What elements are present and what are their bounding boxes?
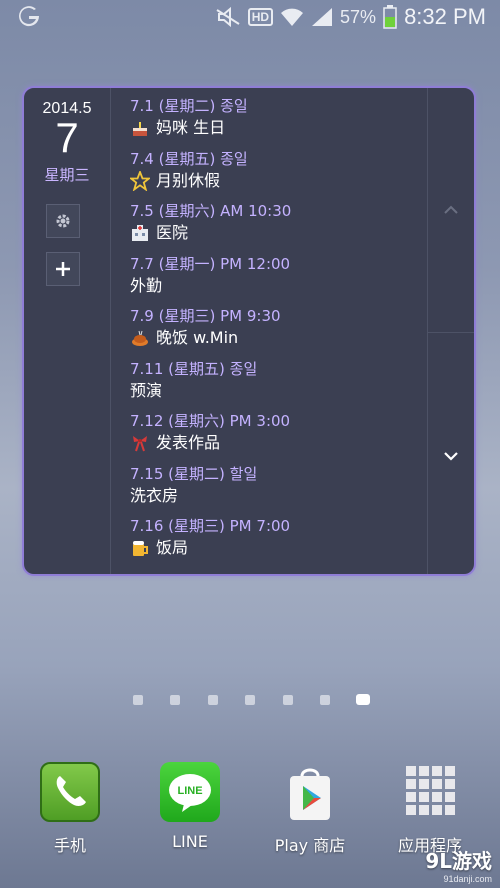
- event-date: 7.9 (星期三) PM 9:30: [130, 307, 281, 325]
- event-date: 7.15 (星期二) 할일: [130, 464, 258, 483]
- event-item[interactable]: 7.9 (星期三) PM 9:30 晚饭 w.Min: [130, 306, 430, 359]
- play-store-icon: [280, 762, 340, 822]
- hospital-icon: [132, 225, 148, 241]
- carrier-logo-icon: [19, 6, 40, 27]
- page-dot[interactable]: [170, 695, 180, 705]
- event-title: 晚饭 w.Min: [156, 328, 239, 347]
- wifi-icon: [281, 8, 304, 26]
- page-dot[interactable]: [208, 695, 218, 705]
- divider: [428, 332, 474, 333]
- page-dot[interactable]: [320, 695, 330, 705]
- app-phone[interactable]: 手机: [15, 756, 125, 856]
- add-event-button[interactable]: [46, 252, 80, 286]
- calendar-widget[interactable]: 2014.5 7 星期三 7.1 (星期二) 종일 妈咪 生日 7.4 (星期五…: [22, 86, 476, 576]
- settings-button[interactable]: [46, 204, 80, 238]
- event-title: 洗衣房: [130, 485, 179, 505]
- event-item[interactable]: 7.5 (星期六) AM 10:30 医院: [130, 201, 430, 254]
- event-date: 7.16 (星期三) PM 7:00: [130, 517, 291, 535]
- date-panel: 2014.5 7 星期三: [24, 88, 111, 574]
- event-item[interactable]: 7.7 (星期一) PM 12:00 外勤: [130, 254, 430, 307]
- app-label: LINE: [172, 832, 208, 851]
- cake-icon: [133, 122, 147, 136]
- event-item[interactable]: 7.4 (星期五) 종일 月别休假: [130, 149, 430, 202]
- phone-icon: [40, 762, 100, 822]
- event-item[interactable]: 7.11 (星期五) 종일 预演: [130, 359, 430, 412]
- app-label: Play 商店: [274, 836, 346, 855]
- ribbon-icon: [133, 436, 147, 452]
- date-weekday: 星期三: [44, 166, 90, 184]
- event-title: 预演: [130, 380, 163, 400]
- chevron-up-icon[interactable]: [441, 200, 461, 220]
- status-bar: HD 57% 8:32 PM: [0, 0, 500, 34]
- event-date: 7.12 (星期六) PM 3:00: [130, 412, 291, 430]
- gear-icon: [56, 214, 70, 228]
- app-label: 手机: [53, 836, 86, 855]
- battery-percent: 57%: [340, 6, 377, 27]
- event-list: 7.1 (星期二) 종일 妈咪 生日 7.4 (星期五) 종일 月别休假 7.5…: [130, 96, 430, 569]
- plus-icon: [56, 262, 70, 276]
- page-dot-active[interactable]: [356, 694, 370, 705]
- event-item[interactable]: 7.16 (星期三) PM 7:00 饭局: [130, 516, 430, 569]
- page-dot[interactable]: [283, 695, 293, 705]
- event-date: 7.11 (星期五) 종일: [130, 359, 258, 378]
- watermark: 9L游戏 91danji.com: [425, 845, 492, 884]
- event-title: 妈咪 生日: [156, 118, 226, 137]
- event-title: 外勤: [130, 275, 163, 295]
- app-all-apps[interactable]: 应用程序: [375, 756, 485, 856]
- event-title: 月别休假: [156, 170, 221, 190]
- watermark-url: 91danji.com: [443, 874, 492, 884]
- battery-icon: [383, 5, 397, 29]
- svg-text:LINE: LINE: [177, 785, 202, 797]
- mute-icon: [216, 6, 240, 28]
- event-date: 7.4 (星期五) 종일: [130, 149, 248, 168]
- app-play-store[interactable]: Play 商店: [255, 756, 365, 856]
- chevron-down-icon[interactable]: [441, 446, 461, 466]
- signal-icon: [312, 8, 333, 26]
- page-dot[interactable]: [245, 695, 255, 705]
- page-dot[interactable]: [133, 695, 143, 705]
- event-title: 医院: [156, 223, 189, 242]
- event-date: 7.1 (星期二) 종일: [130, 97, 248, 115]
- star-icon: [130, 170, 150, 191]
- line-icon: LINE: [160, 762, 220, 822]
- hd-icon: HD: [247, 8, 274, 26]
- date-day: 7: [55, 114, 79, 161]
- clock: 8:32 PM: [404, 4, 486, 29]
- food-icon: [132, 330, 148, 346]
- event-item[interactable]: 7.15 (星期二) 할일 洗衣房: [130, 464, 430, 517]
- watermark-logo: 9L游戏: [425, 849, 492, 873]
- event-title: 饭局: [156, 538, 189, 557]
- event-date: 7.5 (星期六) AM 10:30: [130, 202, 292, 220]
- event-title: 发表作品: [156, 433, 221, 452]
- event-date: 7.7 (星期一) PM 12:00: [130, 254, 291, 273]
- event-item[interactable]: 7.1 (星期二) 종일 妈咪 生日: [130, 96, 430, 149]
- beer-icon: [133, 541, 148, 556]
- scroll-controls: [427, 88, 474, 574]
- app-grid-icon: [400, 762, 460, 822]
- event-item[interactable]: 7.12 (星期六) PM 3:00 发表作品: [130, 411, 430, 464]
- page-indicator[interactable]: [0, 694, 500, 706]
- app-line[interactable]: LINE LINE: [135, 756, 245, 851]
